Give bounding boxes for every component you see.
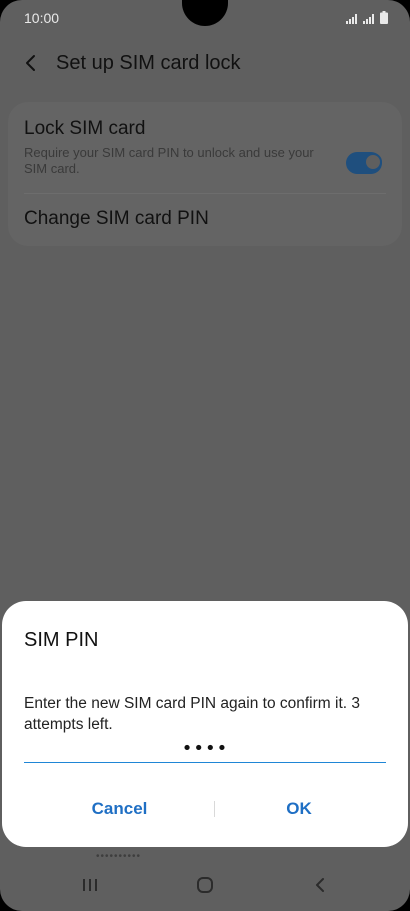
change-sim-pin-title: Change SIM card PIN (24, 208, 209, 229)
chevron-left-icon (26, 55, 35, 71)
nav-back-button[interactable] (300, 871, 340, 899)
home-icon (197, 877, 213, 893)
phone-screen: 10:00 Set up SIM card lock Lock SIM card… (0, 0, 410, 911)
ok-button[interactable]: OK (224, 791, 374, 827)
cancel-button[interactable]: Cancel (42, 791, 197, 827)
sim-pin-input[interactable] (24, 734, 386, 763)
recents-icon (83, 879, 97, 891)
status-time: 10:00 (24, 10, 60, 26)
home-button[interactable] (185, 871, 225, 899)
row-divider (24, 193, 386, 194)
signal-icon (363, 11, 375, 27)
back-button[interactable] (18, 50, 44, 76)
page-title: Set up SIM card lock (56, 52, 241, 74)
dialog-message: Enter the new SIM card PIN again to conf… (24, 695, 360, 733)
recents-button[interactable] (70, 871, 110, 899)
status-bar: 10:00 (0, 0, 410, 36)
wifi-calling-icon (346, 11, 358, 27)
app-bar: Set up SIM card lock (0, 44, 410, 82)
settings-card: Lock SIM card Require your SIM card PIN … (8, 102, 402, 246)
dialog-title: SIM PIN (24, 629, 99, 651)
camera-notch (182, 0, 228, 26)
sim-pin-dialog: SIM PIN Enter the new SIM card PIN again… (2, 601, 408, 847)
back-icon (316, 878, 324, 892)
lock-sim-card-title: Lock SIM card (24, 118, 146, 139)
navigation-bar (0, 859, 410, 911)
lock-sim-card-toggle[interactable] (346, 152, 382, 174)
battery-icon (380, 11, 388, 27)
status-icons (346, 11, 388, 27)
lock-sim-card-subtitle: Require your SIM card PIN to unlock and … (24, 145, 314, 176)
change-sim-pin-row[interactable]: Change SIM card PIN (24, 208, 386, 230)
toggle-knob (364, 153, 382, 171)
lock-sim-card-row[interactable]: Lock SIM card Require your SIM card PIN … (24, 118, 386, 192)
button-separator (214, 801, 215, 817)
